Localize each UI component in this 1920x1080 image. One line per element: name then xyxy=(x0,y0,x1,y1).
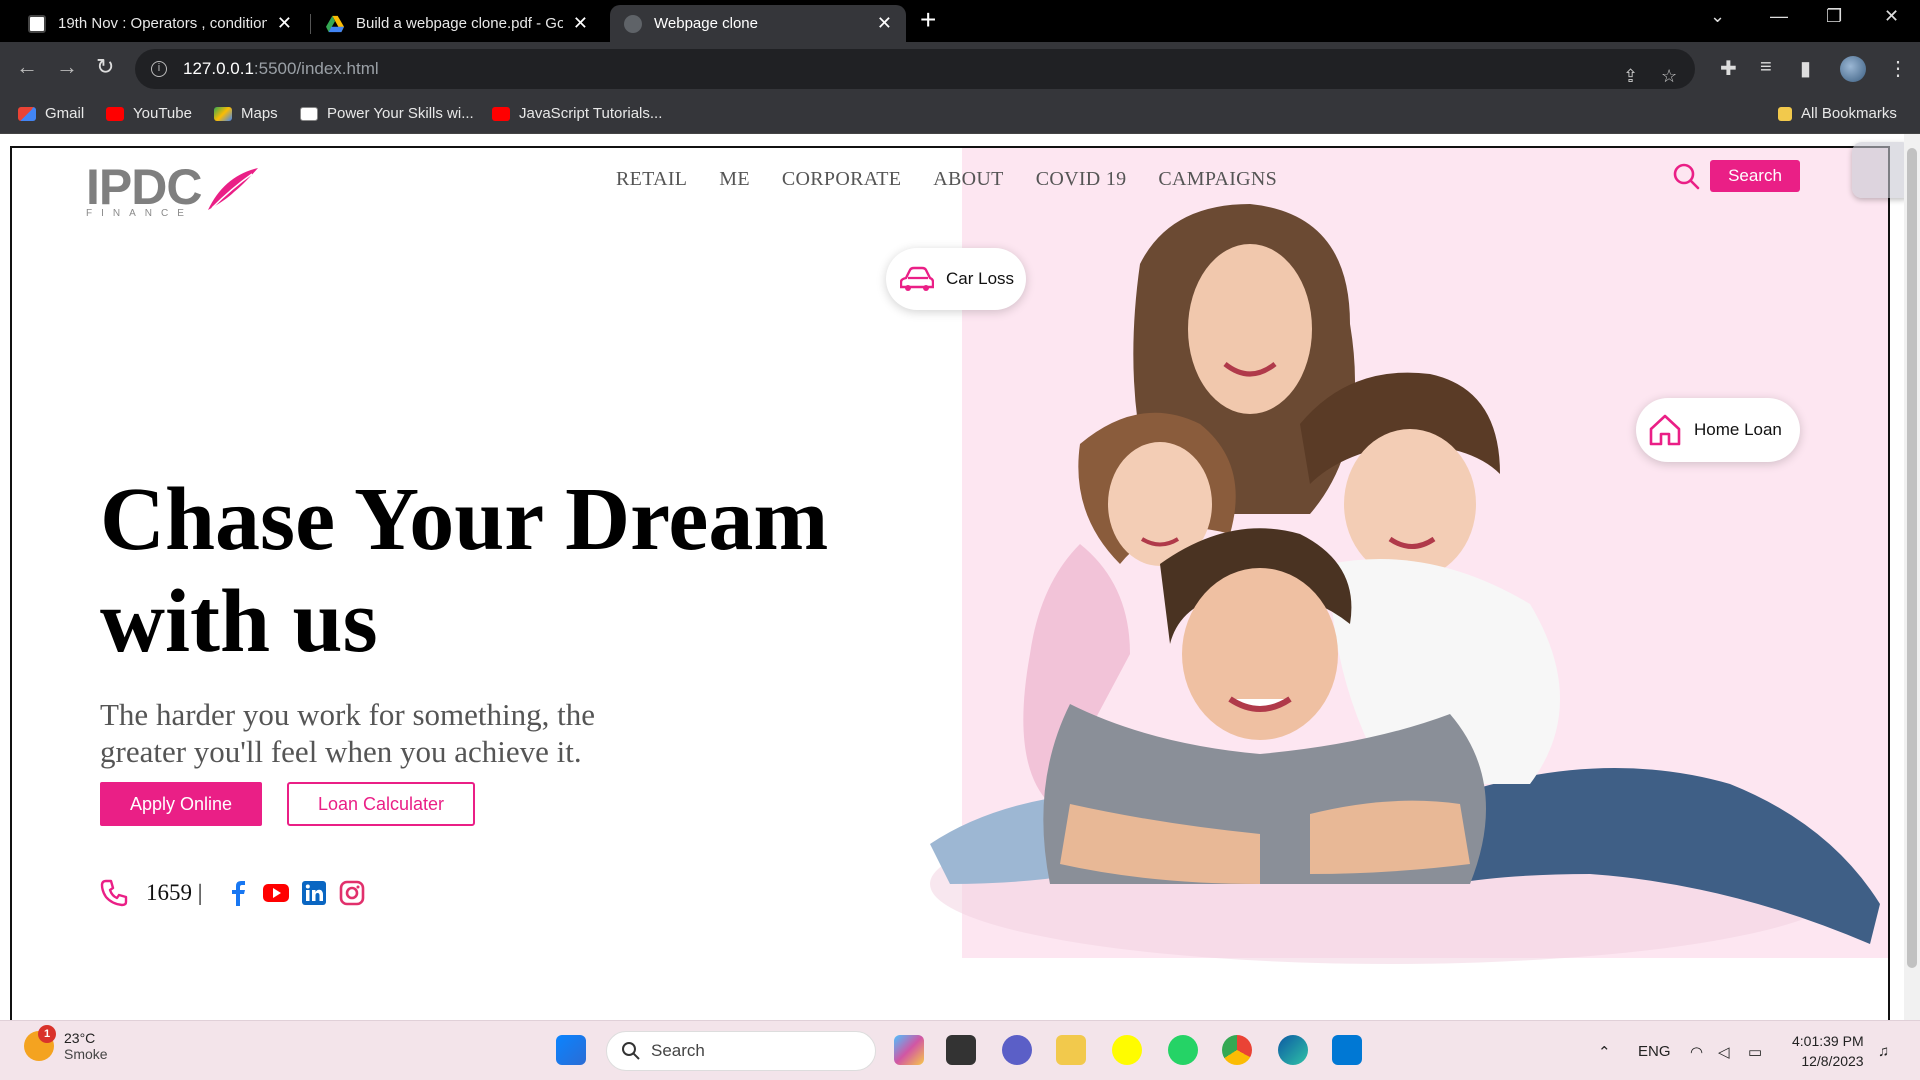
nav-covid[interactable]: COVID 19 xyxy=(1036,168,1127,191)
chrome-icon[interactable] xyxy=(1222,1035,1252,1065)
forward-icon[interactable]: → xyxy=(56,54,78,80)
search-icon xyxy=(622,1042,640,1060)
folder-icon xyxy=(1778,106,1792,121)
youtube-icon[interactable] xyxy=(262,879,290,907)
windows-taskbar: 1 23°C Smoke Search ⌃ ENG ◠ ◁ ▭ 4:01:39 … xyxy=(0,1020,1920,1080)
page-viewport: IPDC FINANCE RETAIL ME CORPORATE ABOUT C… xyxy=(0,134,1920,1020)
new-tab-button[interactable]: + xyxy=(920,6,936,34)
browser-tab-bar: 19th Nov : Operators , condition ✕ Build… xyxy=(0,0,1920,42)
search-button[interactable]: Search xyxy=(1710,160,1800,192)
restore-button[interactable]: ❐ xyxy=(1826,6,1842,27)
apply-online-button[interactable]: Apply Online xyxy=(100,782,262,826)
loan-calculator-button[interactable]: Loan Calculater xyxy=(287,782,475,826)
teams-chat-icon[interactable] xyxy=(1002,1035,1032,1065)
star-icon[interactable]: ☆ xyxy=(1661,66,1677,87)
bookmark-youtube[interactable]: YouTube xyxy=(106,105,192,122)
linkedin-icon[interactable] xyxy=(300,879,328,907)
edge-icon[interactable] xyxy=(1278,1035,1308,1065)
drive-icon xyxy=(326,15,344,32)
whatsapp-icon[interactable] xyxy=(1168,1035,1198,1065)
browser-toolbar: ← → ↻ i 127.0.0.1:5500/index.html ⇪ ☆ ✚ … xyxy=(0,42,1920,96)
home-loan-chip[interactable]: Home Loan xyxy=(1636,398,1800,462)
instagram-icon[interactable] xyxy=(338,879,366,907)
close-window-button[interactable]: ✕ xyxy=(1884,6,1899,27)
main-nav: RETAIL ME CORPORATE ABOUT COVID 19 CAMPA… xyxy=(616,168,1277,191)
close-icon[interactable]: ✕ xyxy=(877,13,892,34)
reload-icon[interactable]: ↻ xyxy=(96,54,114,80)
ipdc-logo[interactable]: IPDC FINANCE xyxy=(86,162,258,222)
all-bookmarks[interactable]: All Bookmarks xyxy=(1778,105,1897,122)
browser-tab-active[interactable]: Webpage clone ✕ xyxy=(610,5,906,42)
browser-tab[interactable]: 19th Nov : Operators , condition ✕ xyxy=(14,5,306,42)
sidepanel-icon[interactable]: ▮ xyxy=(1800,56,1811,81)
volume-icon[interactable]: ◁ xyxy=(1718,1043,1730,1061)
home-icon xyxy=(1649,414,1681,446)
feather-logo-icon xyxy=(208,168,258,210)
copilot-icon[interactable] xyxy=(894,1035,924,1065)
media-icon[interactable]: ≡ xyxy=(1760,56,1772,79)
bookmark-js-tutorials[interactable]: JavaScript Tutorials... xyxy=(492,105,662,122)
search-icon[interactable] xyxy=(1672,162,1700,190)
facebook-icon[interactable] xyxy=(224,879,252,907)
windows-start-icon[interactable] xyxy=(556,1035,586,1065)
phone-number: 1659 | xyxy=(146,880,203,905)
youtube-icon xyxy=(492,106,510,121)
hero-subtitle: The harder you work for something, the g… xyxy=(100,697,596,769)
info-icon[interactable]: i xyxy=(151,61,167,77)
bookmarks-bar: Gmail YouTube Maps Power Your Skills wi.… xyxy=(0,96,1920,134)
system-clock[interactable]: 4:01:39 PM 12/8/2023 xyxy=(1792,1031,1864,1071)
battery-icon[interactable]: ▭ xyxy=(1748,1043,1762,1061)
share-icon[interactable]: ⇪ xyxy=(1623,66,1638,87)
notification-icon[interactable]: ♫ xyxy=(1878,1043,1889,1060)
wifi-icon[interactable]: ◠ xyxy=(1690,1043,1703,1061)
file-explorer-icon[interactable] xyxy=(1056,1035,1086,1065)
taskbar-search[interactable]: Search xyxy=(606,1031,876,1071)
page-scrollbar[interactable] xyxy=(1904,134,1920,1020)
youtube-icon xyxy=(106,106,124,121)
nav-me[interactable]: ME xyxy=(719,168,750,191)
nav-corporate[interactable]: CORPORATE xyxy=(782,168,901,191)
back-icon[interactable]: ← xyxy=(16,54,38,80)
car-icon xyxy=(900,266,934,291)
bookmark-gmail[interactable]: Gmail xyxy=(18,105,84,122)
nav-about[interactable]: ABOUT xyxy=(933,168,1003,191)
show-hidden-icons[interactable]: ⌃ xyxy=(1598,1043,1611,1061)
extensions-icon[interactable]: ✚ xyxy=(1720,56,1737,81)
language-indicator[interactable]: ENG xyxy=(1638,1043,1671,1060)
address-bar[interactable]: i 127.0.0.1:5500/index.html ⇪ ☆ xyxy=(135,49,1695,89)
snapchat-icon[interactable] xyxy=(1112,1035,1142,1065)
bookmark-maps[interactable]: Maps xyxy=(214,105,278,122)
browser-tab[interactable]: Build a webpage clone.pdf - Goo ✕ xyxy=(312,5,602,42)
task-view-icon[interactable] xyxy=(946,1035,976,1065)
globe-icon xyxy=(624,14,642,33)
avatar[interactable] xyxy=(1840,56,1866,82)
nav-retail[interactable]: RETAIL xyxy=(616,168,687,191)
minimize-button[interactable]: — xyxy=(1770,6,1788,27)
menu-icon[interactable]: ⋮ xyxy=(1888,56,1908,81)
close-icon[interactable]: ✕ xyxy=(573,13,588,34)
gmail-icon xyxy=(18,106,36,121)
car-loan-chip[interactable]: Car Loss xyxy=(886,248,1026,310)
tab-search-icon[interactable]: ⌄ xyxy=(1710,6,1725,27)
close-icon[interactable]: ✕ xyxy=(277,13,292,34)
nav-campaigns[interactable]: CAMPAIGNS xyxy=(1158,168,1277,191)
vscode-icon[interactable] xyxy=(1332,1035,1362,1065)
page-icon xyxy=(28,14,46,33)
floating-widget[interactable] xyxy=(1852,142,1912,198)
bookmark-power-skills[interactable]: Power Your Skills wi... xyxy=(300,105,474,122)
hero-title: Chase Your Dream with us xyxy=(100,470,829,671)
page-icon xyxy=(300,106,318,121)
contact-row: 1659 | xyxy=(100,879,376,907)
weather-icon: 1 xyxy=(24,1025,56,1061)
phone-icon[interactable] xyxy=(100,879,128,907)
maps-icon xyxy=(214,106,232,121)
weather-widget[interactable]: 1 23°C Smoke xyxy=(24,1025,108,1062)
